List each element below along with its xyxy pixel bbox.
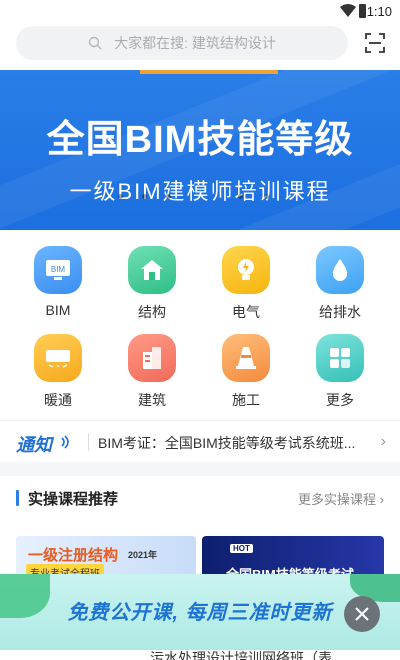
more-courses-label: 更多实操课程 xyxy=(298,492,377,507)
pagination-dot xyxy=(166,194,171,199)
category-grid: BIM BIM 结构 电气 给排水 暖通 建筑 施工 更多 xyxy=(0,238,400,414)
electric-bulb-icon xyxy=(222,246,270,294)
status-bar: 1:10 xyxy=(0,0,400,24)
category-label: 更多 xyxy=(326,392,354,408)
search-row: 大家都在搜: 建筑结构设计 xyxy=(0,26,400,62)
svg-text:BIM: BIM xyxy=(51,265,66,274)
status-time: 1:10 xyxy=(366,4,392,19)
promo-text: 免费公开课, 每周三准时更新 xyxy=(67,602,333,624)
course-title: 一级注册结构 xyxy=(28,547,119,564)
scan-icon[interactable] xyxy=(364,32,386,54)
category-label: 建筑 xyxy=(138,392,166,408)
search-placeholder: 大家都在搜: 建筑结构设计 xyxy=(114,35,276,51)
wifi-icon xyxy=(340,4,356,17)
category-label: 给排水 xyxy=(319,304,361,320)
category-label: BIM xyxy=(45,302,71,318)
category-bim[interactable]: BIM BIM xyxy=(18,238,98,322)
traffic-cone-icon xyxy=(222,334,270,382)
category-construction[interactable]: 施工 xyxy=(206,326,286,410)
water-drop-icon xyxy=(316,246,364,294)
notice-logo: 通知 xyxy=(16,435,52,455)
notice-bar[interactable]: 通知 BIM考证：全国BIM技能等级考试系统班... › xyxy=(0,420,400,462)
signal-waves-icon xyxy=(61,435,69,449)
category-hvac[interactable]: 暖通 xyxy=(18,326,98,410)
battery-icon xyxy=(359,4,366,18)
course-list-item-peek: 污水处理设计培训网络班（表 xyxy=(150,650,332,660)
section-title: 实操课程推荐 xyxy=(28,491,119,508)
section-accent-bar xyxy=(16,490,19,506)
pagination-dot xyxy=(238,194,243,199)
notice-separator xyxy=(88,433,89,451)
section-header: 实操课程推荐 更多实操课程 › xyxy=(0,476,400,520)
building-icon xyxy=(128,334,176,382)
pagination-dot xyxy=(118,194,123,199)
free-class-promo[interactable]: 免费公开课, 每周三准时更新 xyxy=(0,574,400,650)
more-courses-link[interactable]: 更多实操课程 › xyxy=(298,489,384,508)
category-label: 结构 xyxy=(138,304,166,320)
bim-icon: BIM xyxy=(34,246,82,294)
category-water[interactable]: 给排水 xyxy=(300,238,380,322)
search-input[interactable]: 大家都在搜: 建筑结构设计 xyxy=(16,26,348,60)
search-icon xyxy=(88,36,102,50)
close-button[interactable] xyxy=(344,596,380,632)
notice-message: BIM考证：全国BIM技能等级考试系统班... xyxy=(98,435,356,451)
hot-badge: HOT xyxy=(230,544,253,553)
banner-accent-strip xyxy=(140,70,278,74)
hvac-unit-icon xyxy=(34,334,82,382)
banner-title: 全国BIM技能等级 xyxy=(46,119,354,161)
section-divider xyxy=(0,462,400,476)
pagination-dot xyxy=(142,194,147,199)
category-label: 暖通 xyxy=(44,392,72,408)
category-architecture[interactable]: 建筑 xyxy=(112,326,192,410)
category-structure[interactable]: 结构 xyxy=(112,238,192,322)
pagination-dot xyxy=(264,194,269,199)
chevron-right-icon: › xyxy=(380,433,386,450)
category-label: 施工 xyxy=(232,392,260,408)
promo-banner[interactable]: 全国BIM技能等级 一级BIM建模师培训课程 xyxy=(0,70,400,230)
banner-pagination xyxy=(118,194,288,202)
course-year: 2021年 xyxy=(128,550,158,560)
category-electric[interactable]: 电气 xyxy=(206,238,286,322)
list-peek: 污水处理设计培训网络班（表 xyxy=(0,650,400,660)
category-more[interactable]: 更多 xyxy=(300,326,380,410)
category-label: 电气 xyxy=(232,304,260,320)
structure-house-icon xyxy=(128,246,176,294)
chevron-right-icon: › xyxy=(379,492,384,507)
more-grid-icon xyxy=(316,334,364,382)
close-icon xyxy=(355,607,369,621)
